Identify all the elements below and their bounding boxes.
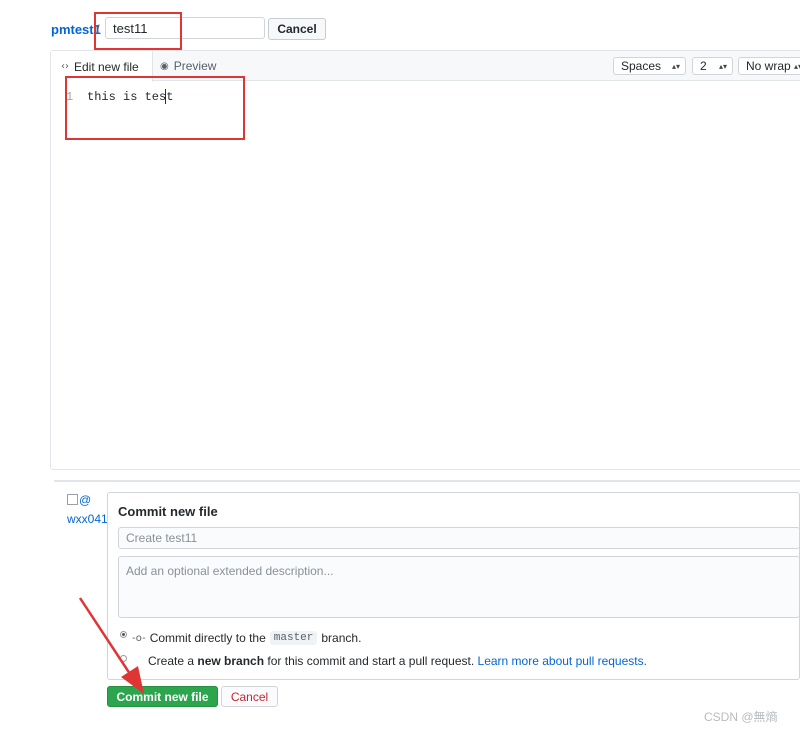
branch-name: master	[269, 631, 318, 645]
cancel-button[interactable]: Cancel	[268, 18, 326, 40]
annotation-box-filename	[94, 12, 182, 50]
updown-arrow-icon: ▴▾	[671, 61, 680, 71]
cancel-button[interactable]: Cancel	[221, 686, 278, 707]
tab-label: Preview	[173, 59, 217, 73]
select-value: Spaces	[621, 59, 662, 73]
annotation-box-editor	[65, 76, 245, 140]
watermark: CSDN @無熵	[704, 710, 778, 724]
select-value: 2	[700, 59, 707, 73]
wrap-mode-select[interactable]: No wrap ▴▾	[738, 57, 800, 75]
option-text-bold: new branch	[197, 654, 265, 668]
commit-description-input[interactable]	[118, 556, 800, 618]
broken-image-icon	[67, 494, 78, 505]
option-text: for this commit and start a pull request…	[267, 654, 475, 668]
option-text: branch.	[321, 631, 362, 645]
avatar[interactable]: @ wxx0417	[67, 491, 114, 529]
updown-arrow-icon: ▴▾	[718, 61, 727, 71]
select-value: No wrap	[746, 59, 791, 73]
arrow-head	[121, 666, 144, 694]
option-new-branch: Create a new branch for this commit and …	[148, 654, 647, 668]
indent-size-select[interactable]: 2 ▴▾	[692, 57, 733, 75]
option-commit-direct: -o- Commit directly to the master branch…	[132, 631, 361, 645]
annotation-arrow	[78, 597, 144, 694]
arrow-shaft	[78, 597, 132, 675]
option-text: Commit directly to the	[149, 631, 266, 645]
learn-more-link[interactable]: Learn more about pull requests.	[478, 654, 647, 668]
commit-title: Commit new file	[118, 504, 218, 519]
indent-mode-select[interactable]: Spaces ▴▾	[613, 57, 686, 75]
eye-icon: ◉	[160, 60, 169, 72]
updown-arrow-icon: ▴▾	[793, 61, 800, 71]
commit-summary-input[interactable]	[118, 527, 800, 549]
tab-label: Edit new file	[74, 59, 139, 74]
code-icon: ‹›	[61, 61, 69, 72]
option-text: Create a	[148, 654, 195, 668]
divider	[54, 480, 800, 482]
